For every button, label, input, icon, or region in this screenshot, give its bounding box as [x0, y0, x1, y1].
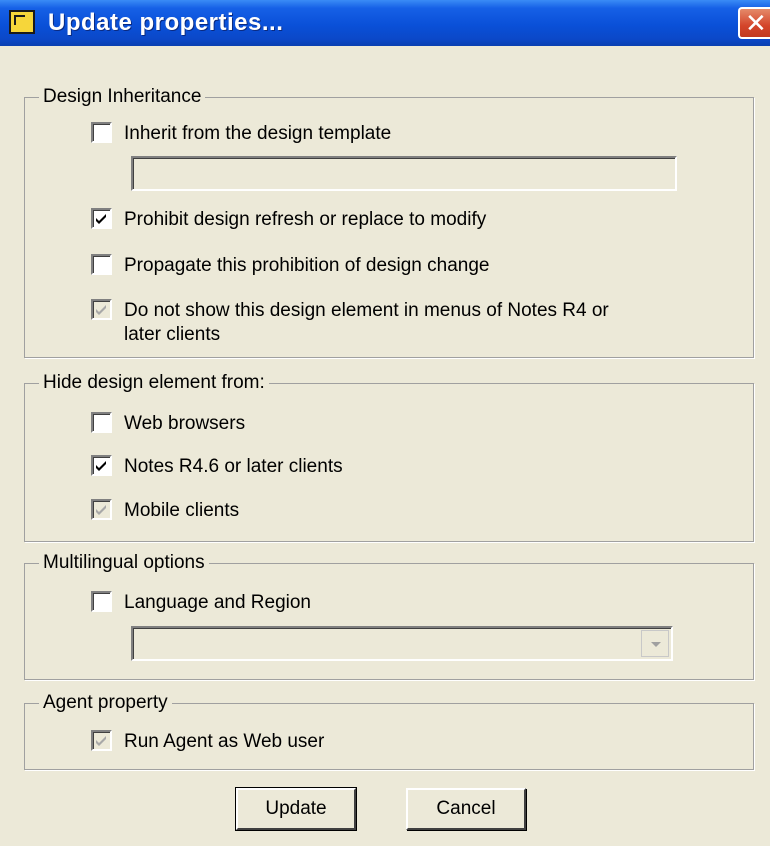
- language-region-checkbox[interactable]: [91, 591, 112, 612]
- notes-clients-checkbox[interactable]: [91, 455, 112, 476]
- checkmark-icon: [96, 461, 106, 471]
- window-title: Update properties...: [48, 9, 284, 36]
- close-icon: ✕: [745, 9, 767, 39]
- hide-menus-label: Do not show this design element in menus…: [124, 299, 609, 347]
- notes-clients-row: Notes R4.6 or later clients: [91, 455, 343, 479]
- inherit-row: Inherit from the design template: [91, 122, 391, 146]
- design-inheritance-legend: Design Inheritance: [39, 86, 206, 108]
- hide-from-legend: Hide design element from:: [39, 372, 269, 394]
- run-as-web-checkbox: [91, 730, 112, 751]
- update-button[interactable]: Update: [235, 787, 357, 831]
- language-region-label: Language and Region: [124, 592, 312, 613]
- chevron-down-icon: [641, 630, 669, 657]
- hide-menus-label-line1: Do not show this design element in menus…: [124, 300, 609, 321]
- template-name-field: [131, 156, 677, 191]
- checkmark-icon: [96, 736, 106, 746]
- checkmark-icon: [96, 305, 106, 315]
- hide-menus-checkbox: [91, 299, 112, 320]
- prohibit-row: Prohibit design refresh or replace to mo…: [91, 208, 486, 232]
- propagate-row: Propagate this prohibition of design cha…: [91, 254, 489, 278]
- mobile-clients-label: Mobile clients: [124, 500, 240, 521]
- checkmark-icon: [96, 505, 106, 515]
- web-browsers-checkbox[interactable]: [91, 412, 112, 433]
- propagate-checkbox[interactable]: [91, 254, 112, 275]
- run-as-web-row: Run Agent as Web user: [91, 730, 324, 754]
- title-bar[interactable]: Update properties... ✕: [0, 0, 770, 46]
- agent-property-group: Agent property Run Agent as Web user: [24, 692, 754, 770]
- hide-menus-row: Do not show this design element in menus…: [91, 299, 609, 347]
- language-region-row: Language and Region: [91, 591, 311, 615]
- run-as-web-label: Run Agent as Web user: [124, 731, 325, 752]
- inherit-checkbox[interactable]: [91, 122, 112, 143]
- multilingual-legend: Multilingual options: [39, 552, 209, 574]
- web-browsers-row: Web browsers: [91, 412, 245, 436]
- notes-clients-label: Notes R4.6 or later clients: [124, 456, 343, 477]
- propagate-label: Propagate this prohibition of design cha…: [124, 255, 490, 276]
- language-region-dropdown: [131, 626, 673, 661]
- close-button[interactable]: ✕: [738, 7, 770, 39]
- inherit-label: Inherit from the design template: [124, 123, 392, 144]
- app-icon: [9, 10, 35, 34]
- design-inheritance-group: Design Inheritance Inherit from the desi…: [24, 86, 754, 358]
- web-browsers-label: Web browsers: [124, 413, 246, 434]
- hide-menus-label-line2: later clients: [124, 324, 221, 345]
- multilingual-group: Multilingual options Language and Region: [24, 552, 754, 680]
- mobile-clients-row: Mobile clients: [91, 499, 239, 523]
- prohibit-checkbox[interactable]: [91, 208, 112, 229]
- prohibit-label: Prohibit design refresh or replace to mo…: [124, 209, 487, 230]
- agent-property-legend: Agent property: [39, 692, 172, 714]
- hide-from-group: Hide design element from: Web browsers N…: [24, 372, 754, 542]
- mobile-clients-checkbox: [91, 499, 112, 520]
- cancel-button[interactable]: Cancel: [406, 788, 526, 830]
- checkmark-icon: [96, 214, 106, 224]
